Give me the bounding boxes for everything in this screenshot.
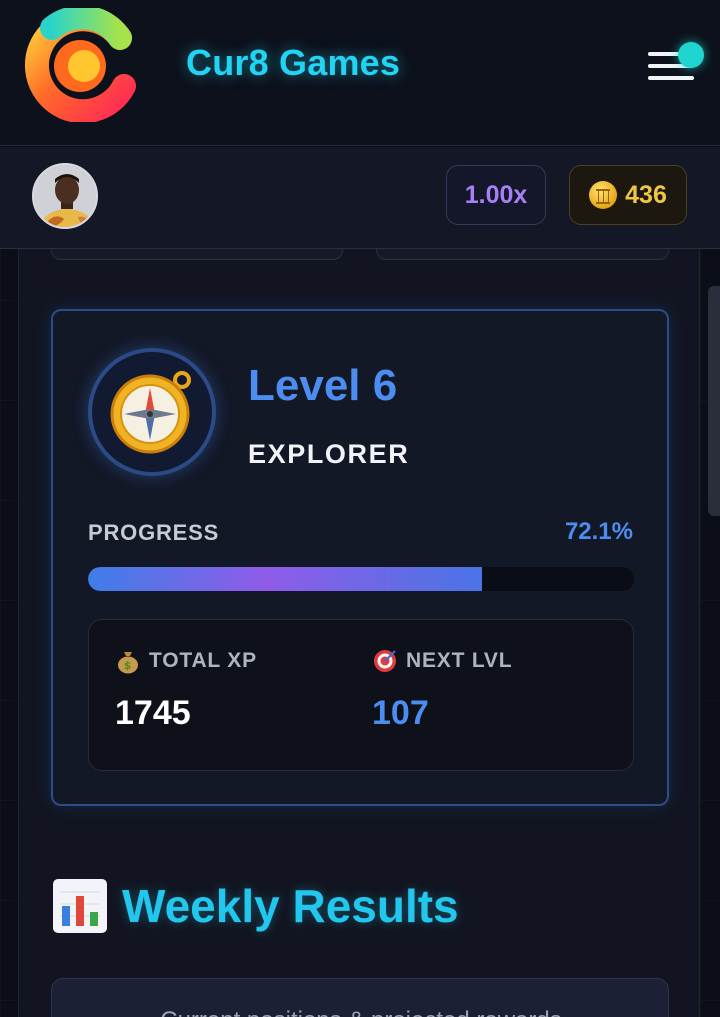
- user-bar: 1.00x 436: [0, 147, 720, 249]
- brand-title[interactable]: Cur8 Games: [186, 42, 400, 84]
- progress-percent: 72.1%: [564, 518, 633, 545]
- weekly-results-subtitle: Current positions & projected rewards: [52, 1007, 668, 1017]
- progress-bar: [88, 567, 634, 591]
- hamburger-menu-icon[interactable]: [640, 42, 706, 88]
- money-bag-icon: $: [118, 652, 138, 674]
- card-stub: [51, 249, 343, 260]
- level-title: Level 6: [248, 361, 398, 410]
- scrollbar[interactable]: [708, 286, 720, 516]
- total-xp-value: 1745: [115, 694, 191, 732]
- notification-dot: [678, 42, 704, 68]
- total-xp-stat: $ TOTAL XP 1745: [115, 648, 257, 733]
- bar-chart-icon: [53, 879, 107, 933]
- target-icon: [374, 650, 396, 672]
- weekly-results-card: Current positions & projected rewards: [51, 978, 669, 1017]
- level-badge: [88, 348, 216, 476]
- level-card: Level 6 EXPLORER PROGRESS 72.1% $ TOTAL …: [51, 309, 669, 806]
- card-stub: [376, 249, 669, 260]
- coin-balance[interactable]: 436: [569, 165, 687, 225]
- weekly-results-heading: Weekly Results: [52, 878, 459, 934]
- weekly-results-title: Weekly Results: [122, 880, 459, 932]
- progress-bar-fill: [88, 567, 482, 591]
- rank-title: EXPLORER: [248, 439, 410, 469]
- multiplier-badge[interactable]: 1.00x: [446, 165, 546, 225]
- cur8-logo-icon[interactable]: [24, 5, 136, 124]
- user-avatar[interactable]: [32, 163, 98, 229]
- progress-label: PROGRESS: [88, 520, 220, 545]
- svg-text:$: $: [124, 659, 132, 672]
- top-header: Cur8 Games: [0, 0, 720, 146]
- compass-icon: [110, 371, 191, 454]
- xp-stats-box: $ TOTAL XP 1745 NEXT LVL 107: [88, 619, 634, 771]
- coin-balance-value: 436: [625, 180, 667, 209]
- next-level-value: 107: [372, 694, 429, 732]
- total-xp-label: TOTAL XP: [149, 649, 257, 672]
- next-level-stat: NEXT LVL 107: [372, 648, 512, 733]
- next-level-label: NEXT LVL: [406, 649, 513, 672]
- menu-line: [648, 76, 694, 80]
- coin-icon: [589, 181, 618, 209]
